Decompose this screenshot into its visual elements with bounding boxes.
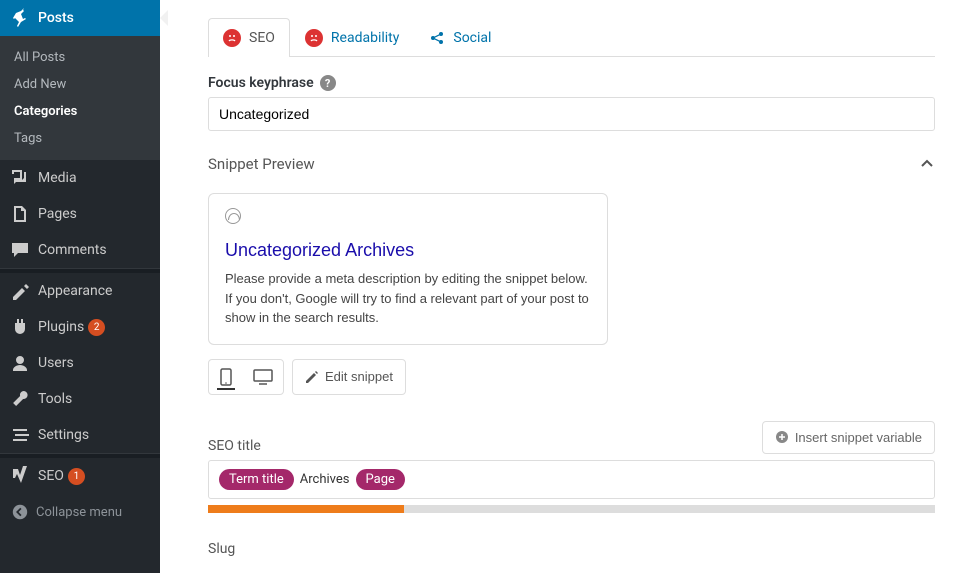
slug-label: Slug	[208, 541, 935, 557]
settings-icon	[10, 425, 30, 445]
plus-circle-icon	[775, 430, 789, 444]
sidebar-label: Pages	[38, 206, 77, 222]
mobile-preview-button[interactable]	[209, 360, 243, 394]
pages-icon	[10, 204, 30, 224]
sidebar-item-posts[interactable]: Posts	[0, 0, 160, 36]
pushpin-icon	[10, 8, 30, 28]
insert-variable-button[interactable]: Insert snippet variable	[762, 421, 935, 454]
snippet-title: Uncategorized Archives	[225, 240, 591, 261]
appearance-icon	[10, 281, 30, 301]
snippet-preview-card: Uncategorized Archives Please provide a …	[208, 193, 608, 345]
chevron-up-icon	[919, 156, 935, 172]
tab-social[interactable]: Social	[414, 18, 506, 57]
media-icon	[10, 168, 30, 188]
snippet-description: Please provide a meta description by edi…	[225, 269, 591, 328]
variable-pill-term-title[interactable]: Term title	[219, 469, 294, 490]
tab-label: Social	[453, 30, 491, 46]
snippet-preview-label: Snippet Preview	[208, 155, 315, 173]
focus-keyphrase-label: Focus keyphrase ?	[208, 75, 935, 91]
sidebar-item-users[interactable]: Users	[0, 345, 160, 381]
desktop-preview-button[interactable]	[243, 360, 283, 394]
main-content: SEO Readability Social Focus keyphrase ?…	[160, 0, 965, 573]
sad-face-icon	[223, 29, 241, 47]
posts-submenu: All Posts Add New Categories Tags	[0, 36, 160, 160]
seo-title-progress	[208, 505, 935, 513]
seo-title-label: SEO title	[208, 438, 261, 454]
sidebar-item-plugins[interactable]: Plugins 2	[0, 309, 160, 345]
sad-face-icon	[305, 29, 323, 47]
title-text-segment: Archives	[300, 472, 350, 487]
sidebar-label: SEO	[38, 468, 64, 484]
tab-label: Readability	[331, 30, 399, 46]
sidebar-item-appearance[interactable]: Appearance	[0, 273, 160, 309]
sidebar-item-comments[interactable]: Comments	[0, 232, 160, 268]
help-icon[interactable]: ?	[320, 75, 336, 91]
tab-bar: SEO Readability Social	[208, 18, 935, 57]
sidebar-item-all-posts[interactable]: All Posts	[0, 44, 160, 71]
comments-icon	[10, 240, 30, 260]
sidebar-label: Media	[38, 170, 77, 186]
sidebar-label: Appearance	[38, 283, 112, 299]
sidebar-label: Settings	[38, 427, 89, 443]
seo-title-field[interactable]: Term title Archives Page	[208, 460, 935, 499]
sidebar-item-seo[interactable]: SEO 1	[0, 458, 160, 494]
collapse-menu[interactable]: Collapse menu	[0, 494, 160, 530]
admin-sidebar: Posts All Posts Add New Categories Tags …	[0, 0, 160, 573]
tab-seo[interactable]: SEO	[208, 18, 290, 57]
insert-variable-label: Insert snippet variable	[795, 430, 922, 445]
collapse-label: Collapse menu	[36, 505, 122, 520]
edit-snippet-label: Edit snippet	[325, 369, 393, 384]
sidebar-label: Tools	[38, 391, 72, 407]
progress-fill	[208, 505, 404, 513]
sidebar-label: Users	[38, 355, 74, 371]
tools-icon	[10, 389, 30, 409]
snippet-preview-toggle[interactable]: Snippet Preview	[208, 155, 935, 173]
plugins-badge: 2	[88, 319, 105, 336]
tab-readability[interactable]: Readability	[290, 18, 414, 57]
sidebar-item-add-new[interactable]: Add New	[0, 71, 160, 98]
device-toggle	[208, 359, 284, 395]
focus-keyphrase-input[interactable]	[208, 97, 935, 131]
sidebar-item-settings[interactable]: Settings	[0, 417, 160, 453]
users-icon	[10, 353, 30, 373]
collapse-icon	[10, 502, 30, 522]
pencil-icon	[305, 370, 319, 384]
sidebar-item-tags[interactable]: Tags	[0, 125, 160, 152]
plugins-icon	[10, 317, 30, 337]
tab-label: SEO	[249, 30, 275, 46]
seo-icon	[10, 466, 30, 486]
seo-badge: 1	[68, 468, 85, 485]
sidebar-label: Posts	[38, 10, 74, 26]
edit-snippet-button[interactable]: Edit snippet	[292, 359, 406, 395]
sidebar-item-tools[interactable]: Tools	[0, 381, 160, 417]
sidebar-item-categories[interactable]: Categories	[0, 98, 160, 125]
variable-pill-page[interactable]: Page	[356, 469, 405, 490]
globe-icon	[225, 208, 241, 224]
sidebar-label: Comments	[38, 242, 107, 258]
share-icon	[429, 30, 445, 46]
sidebar-item-media[interactable]: Media	[0, 160, 160, 196]
sidebar-label: Plugins	[38, 319, 84, 335]
sidebar-item-pages[interactable]: Pages	[0, 196, 160, 232]
